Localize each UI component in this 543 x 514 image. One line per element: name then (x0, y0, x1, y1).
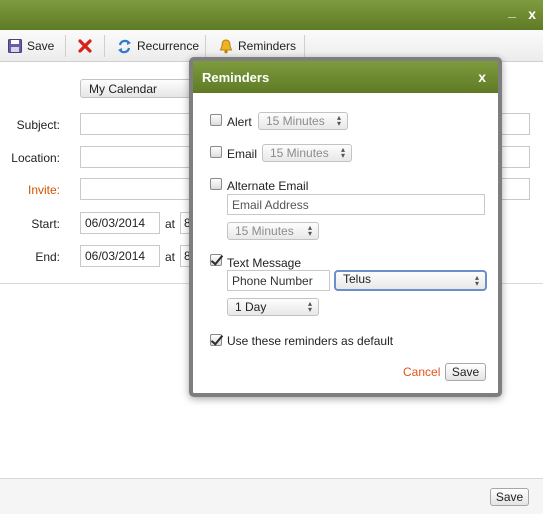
dialog-header: Reminders x (193, 61, 498, 93)
default-reminders-label: Use these reminders as default (227, 334, 394, 348)
delete-button[interactable] (78, 37, 92, 55)
phone-number-input[interactable]: Phone Number (227, 270, 330, 291)
dialog-close-button[interactable]: x (478, 69, 486, 85)
email-time-select[interactable]: 15 Minutes ▴ ▾ (262, 144, 352, 162)
reminders-button[interactable]: Reminders (219, 37, 296, 55)
refresh-arrows-icon (117, 39, 132, 54)
text-message-checkbox[interactable] (210, 254, 222, 266)
alternate-email-input[interactable]: Email Address (227, 194, 485, 215)
dialog-title: Reminders (202, 70, 270, 85)
carrier-select[interactable]: Telus ▴ ▾ (334, 270, 487, 291)
start-label: Start: (31, 217, 60, 231)
footer-bar: Save (0, 478, 543, 514)
location-input-right[interactable] (500, 146, 530, 168)
minimize-button[interactable]: _ (508, 3, 516, 19)
toolbar-divider (65, 35, 66, 57)
close-window-button[interactable]: x (528, 6, 536, 22)
toolbar-divider (104, 35, 105, 57)
subject-input-right[interactable] (500, 113, 530, 135)
window-titlebar: _ x (0, 0, 543, 30)
email-time-value: 15 Minutes (270, 146, 329, 160)
carrier-value: Telus (343, 272, 372, 286)
reminders-dialog: Reminders x Alert 15 Minutes ▴ ▾ Email 15… (189, 57, 502, 397)
select-arrows-icon: ▴ ▾ (340, 145, 345, 160)
toolbar-divider (304, 35, 305, 57)
location-input[interactable] (80, 146, 195, 168)
email-label: Email (227, 147, 258, 161)
bell-icon (219, 38, 233, 54)
invite-label[interactable]: Invite: (0, 183, 60, 197)
footer-save-button[interactable]: Save (490, 488, 529, 506)
alternate-email-checkbox[interactable] (210, 178, 222, 190)
end-date-input[interactable]: 06/03/2014 (80, 245, 160, 267)
alert-time-select[interactable]: 15 Minutes ▴ ▾ (258, 112, 348, 130)
calendar-select[interactable]: My Calendar (80, 79, 195, 98)
select-arrows-icon: ▴ ▾ (307, 299, 312, 314)
text-message-label: Text Message (227, 256, 302, 270)
select-arrows-icon: ▴ ▾ (474, 273, 479, 288)
invite-input[interactable] (80, 178, 195, 200)
dialog-cancel-link[interactable]: Cancel (403, 365, 440, 379)
recurrence-button[interactable]: Recurrence (117, 37, 199, 55)
save-button-label: Save (27, 39, 55, 53)
recurrence-button-label: Recurrence (137, 39, 200, 53)
invite-input-right[interactable] (500, 178, 530, 200)
default-reminders-checkbox[interactable] (210, 334, 222, 346)
alert-time-value: 15 Minutes (266, 114, 325, 128)
subject-label: Subject: (16, 118, 60, 132)
text-message-time-value: 1 Day (235, 300, 267, 314)
email-checkbox[interactable] (210, 146, 222, 158)
start-at-label: at (165, 217, 176, 231)
toolbar-divider (205, 35, 206, 57)
alternate-email-time-select[interactable]: 15 Minutes ▴ ▾ (227, 222, 319, 240)
subject-input[interactable] (80, 113, 195, 135)
alert-label: Alert (227, 115, 252, 129)
dialog-save-button[interactable]: Save (445, 363, 486, 381)
reminders-button-label: Reminders (238, 39, 297, 53)
save-button[interactable]: Save (8, 37, 54, 55)
end-label: End: (35, 250, 60, 264)
end-at-label: at (165, 250, 176, 264)
floppy-disk-icon (8, 39, 22, 53)
select-arrows-icon: ▴ ▾ (307, 223, 312, 238)
alternate-email-label: Alternate Email (227, 179, 309, 193)
text-message-time-select[interactable]: 1 Day ▴ ▾ (227, 298, 319, 316)
calendar-select-value: My Calendar (89, 82, 158, 96)
alert-checkbox[interactable] (210, 114, 222, 126)
alternate-email-time-value: 15 Minutes (235, 224, 294, 238)
delete-x-icon (78, 39, 92, 53)
select-arrows-icon: ▴ ▾ (336, 113, 341, 128)
location-label: Location: (11, 151, 60, 165)
start-date-input[interactable]: 06/03/2014 (80, 212, 160, 234)
